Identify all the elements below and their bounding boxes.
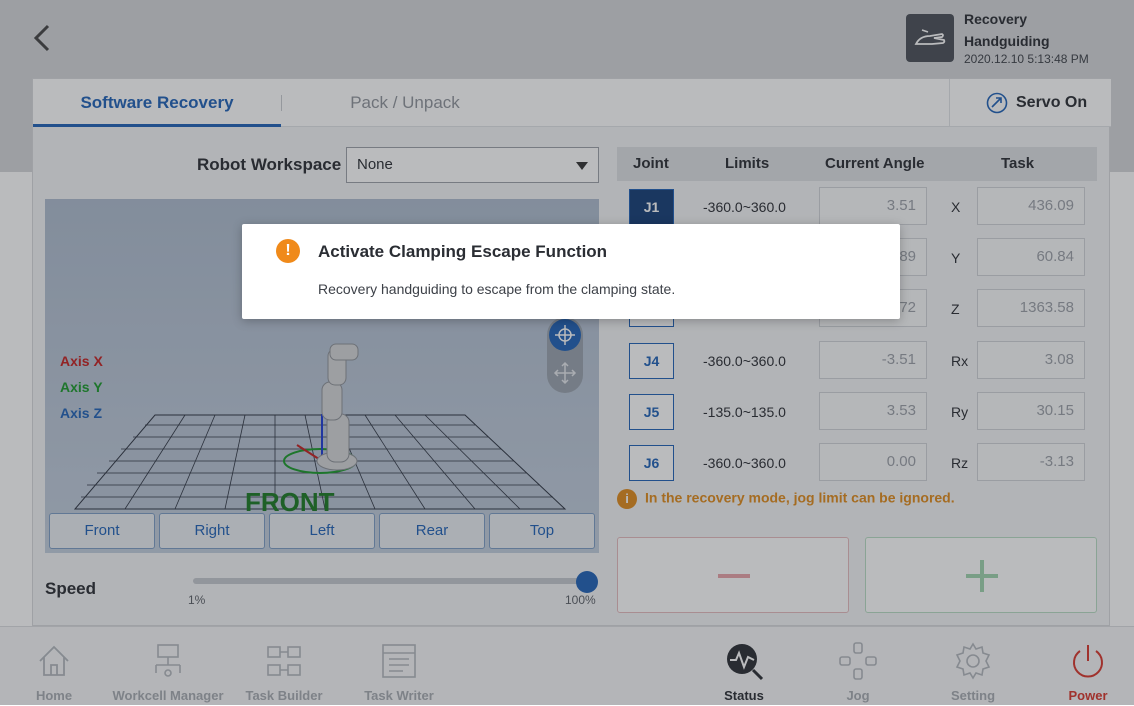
modal-overlay[interactable] <box>0 0 1134 705</box>
alert-icon: ! <box>276 239 300 263</box>
clamping-escape-dialog: ! Activate Clamping Escape Function Reco… <box>242 224 900 319</box>
dialog-message: Recovery handguiding to escape from the … <box>318 281 676 297</box>
dialog-title: Activate Clamping Escape Function <box>318 242 608 261</box>
